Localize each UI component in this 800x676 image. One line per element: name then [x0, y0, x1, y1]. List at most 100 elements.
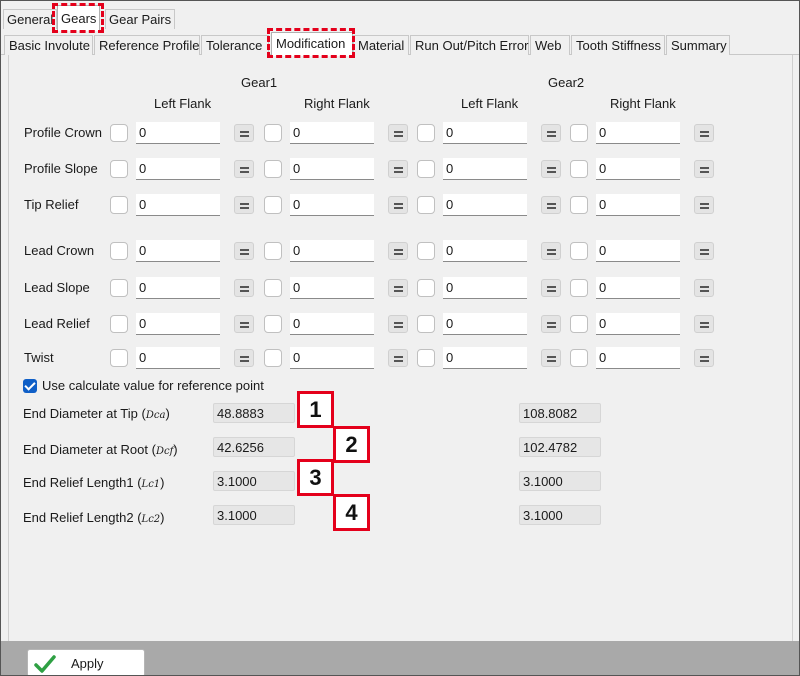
- equal-icon[interactable]: [541, 160, 561, 178]
- profile-crown-input-2[interactable]: [290, 122, 374, 144]
- lead-slope-input-3[interactable]: [443, 277, 527, 299]
- twist-checkbox-4[interactable]: [570, 349, 588, 367]
- equal-icon[interactable]: [234, 242, 254, 260]
- tab-basic-involute[interactable]: Basic Involute: [4, 35, 93, 55]
- profile-slope-checkbox-3[interactable]: [417, 160, 435, 178]
- lead-slope-input-2[interactable]: [290, 277, 374, 299]
- twist-input-3[interactable]: [443, 347, 527, 369]
- lead-slope-checkbox-1[interactable]: [110, 279, 128, 297]
- lead-crown-checkbox-4[interactable]: [570, 242, 588, 260]
- equal-icon[interactable]: [234, 124, 254, 142]
- equal-icon[interactable]: [541, 124, 561, 142]
- profile-slope-input-4[interactable]: [596, 158, 680, 180]
- profile-slope-input-1[interactable]: [136, 158, 220, 180]
- profile-slope-input-3[interactable]: [443, 158, 527, 180]
- equal-icon[interactable]: [234, 315, 254, 333]
- lead-crown-input-4[interactable]: [596, 240, 680, 262]
- lead-relief-checkbox-3[interactable]: [417, 315, 435, 333]
- lead-slope-input-4[interactable]: [596, 277, 680, 299]
- profile-crown-checkbox-2[interactable]: [264, 124, 282, 142]
- tab-web[interactable]: Web: [530, 35, 570, 55]
- tab-run-out-pitch-error[interactable]: Run Out/Pitch Error: [410, 35, 529, 55]
- tab-reference-profile[interactable]: Reference Profile: [94, 35, 200, 55]
- lead-slope-checkbox-2[interactable]: [264, 279, 282, 297]
- lead-relief-checkbox-2[interactable]: [264, 315, 282, 333]
- equal-icon[interactable]: [694, 124, 714, 142]
- profile-crown-checkbox-1[interactable]: [110, 124, 128, 142]
- sub-tab-strip: Basic Involute Reference Profile Toleran…: [1, 31, 799, 56]
- lead-slope-checkbox-3[interactable]: [417, 279, 435, 297]
- lead-relief-checkbox-4[interactable]: [570, 315, 588, 333]
- lead-relief-input-4[interactable]: [596, 313, 680, 335]
- tip-relief-input-3[interactable]: [443, 194, 527, 216]
- equal-icon[interactable]: [694, 349, 714, 367]
- profile-crown-checkbox-4[interactable]: [570, 124, 588, 142]
- twist-input-4[interactable]: [596, 347, 680, 369]
- equal-icon[interactable]: [234, 349, 254, 367]
- twist-checkbox-2[interactable]: [264, 349, 282, 367]
- profile-crown-checkbox-3[interactable]: [417, 124, 435, 142]
- tab-summary[interactable]: Summary: [666, 35, 730, 55]
- lead-crown-checkbox-3[interactable]: [417, 242, 435, 260]
- lead-relief-input-1[interactable]: [136, 313, 220, 335]
- twist-input-1[interactable]: [136, 347, 220, 369]
- equal-icon[interactable]: [234, 160, 254, 178]
- tab-general[interactable]: General: [3, 9, 58, 29]
- lead-slope-checkbox-4[interactable]: [570, 279, 588, 297]
- equal-icon[interactable]: [694, 315, 714, 333]
- use-calculated-value-checkbox[interactable]: [23, 379, 37, 393]
- lead-slope-input-1[interactable]: [136, 277, 220, 299]
- twist-input-2[interactable]: [290, 347, 374, 369]
- lead-crown-input-2[interactable]: [290, 240, 374, 262]
- tip-relief-input-4[interactable]: [596, 194, 680, 216]
- tip-relief-checkbox-4[interactable]: [570, 196, 588, 214]
- profile-crown-input-1[interactable]: [136, 122, 220, 144]
- tip-relief-checkbox-3[interactable]: [417, 196, 435, 214]
- tab-gear-pairs[interactable]: Gear Pairs: [105, 9, 176, 29]
- equal-icon[interactable]: [694, 160, 714, 178]
- equal-icon[interactable]: [388, 279, 408, 297]
- lead-crown-checkbox-2[interactable]: [264, 242, 282, 260]
- equal-icon[interactable]: [694, 279, 714, 297]
- twist-checkbox-1[interactable]: [110, 349, 128, 367]
- equal-icon[interactable]: [388, 242, 408, 260]
- tab-tolerance[interactable]: Tolerance: [201, 35, 269, 55]
- equal-icon[interactable]: [234, 279, 254, 297]
- profile-slope-checkbox-4[interactable]: [570, 160, 588, 178]
- tab-gears[interactable]: Gears: [57, 5, 101, 31]
- equal-icon[interactable]: [388, 315, 408, 333]
- apply-button[interactable]: Apply: [27, 649, 145, 675]
- profile-slope-checkbox-1[interactable]: [110, 160, 128, 178]
- lead-relief-checkbox-1[interactable]: [110, 315, 128, 333]
- tip-relief-input-2[interactable]: [290, 194, 374, 216]
- twist-checkbox-3[interactable]: [417, 349, 435, 367]
- tip-relief-input-1[interactable]: [136, 194, 220, 216]
- equal-icon[interactable]: [388, 124, 408, 142]
- lead-crown-checkbox-1[interactable]: [110, 242, 128, 260]
- equal-icon[interactable]: [388, 349, 408, 367]
- end-relief-length2-text: End Relief Length2: [23, 510, 134, 525]
- equal-icon[interactable]: [388, 196, 408, 214]
- equal-icon[interactable]: [694, 242, 714, 260]
- lead-crown-input-1[interactable]: [136, 240, 220, 262]
- equal-icon[interactable]: [541, 349, 561, 367]
- lead-crown-input-3[interactable]: [443, 240, 527, 262]
- profile-crown-input-3[interactable]: [443, 122, 527, 144]
- tip-relief-checkbox-1[interactable]: [110, 196, 128, 214]
- lead-relief-input-2[interactable]: [290, 313, 374, 335]
- lead-relief-input-3[interactable]: [443, 313, 527, 335]
- equal-icon[interactable]: [388, 160, 408, 178]
- profile-slope-checkbox-2[interactable]: [264, 160, 282, 178]
- tab-material[interactable]: Material: [353, 35, 409, 55]
- profile-slope-input-2[interactable]: [290, 158, 374, 180]
- equal-icon[interactable]: [234, 196, 254, 214]
- tab-modification[interactable]: Modification: [271, 32, 353, 56]
- tip-relief-checkbox-2[interactable]: [264, 196, 282, 214]
- equal-icon[interactable]: [541, 315, 561, 333]
- equal-icon[interactable]: [694, 196, 714, 214]
- equal-icon[interactable]: [541, 279, 561, 297]
- tab-tooth-stiffness[interactable]: Tooth Stiffness: [571, 35, 665, 55]
- profile-crown-input-4[interactable]: [596, 122, 680, 144]
- equal-icon[interactable]: [541, 242, 561, 260]
- equal-icon[interactable]: [541, 196, 561, 214]
